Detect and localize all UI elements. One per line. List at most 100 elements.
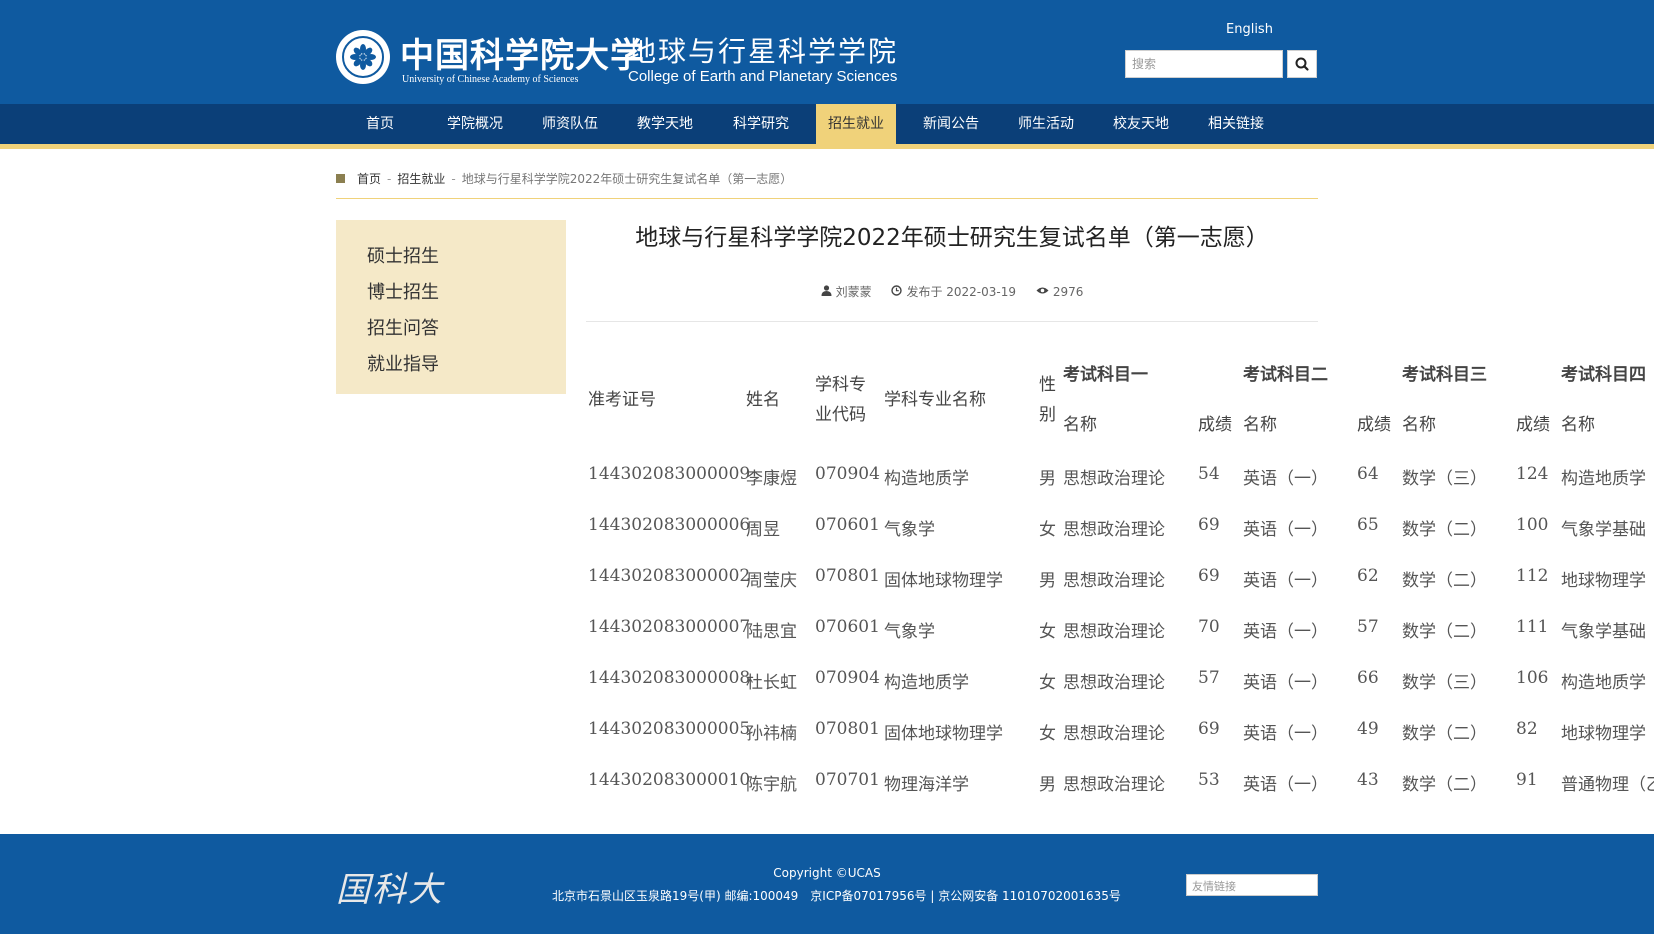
- cell-subject1-name: 思想政治理论: [1063, 571, 1165, 591]
- nav-item-admissions[interactable]: 招生就业: [816, 104, 896, 144]
- cell-subject3-score: 82: [1516, 719, 1538, 739]
- breadcrumb-divider: [336, 198, 1318, 199]
- cell-gender: 男: [1039, 571, 1056, 591]
- cell-subject1-score: 69: [1198, 719, 1220, 739]
- cell-subject3-score: 100: [1516, 515, 1549, 535]
- college-name-cn: 地球与行星科学学院: [628, 35, 899, 68]
- cell-name: 李康煜: [746, 469, 797, 489]
- breadcrumb-home[interactable]: 首页: [357, 170, 381, 187]
- sidebar-item-phd[interactable]: 博士招生: [367, 278, 439, 304]
- col-header-subject4-name: 名称: [1561, 415, 1595, 435]
- cell-gender: 女: [1039, 673, 1056, 693]
- cell-major-name: 固体地球物理学: [884, 724, 1003, 744]
- search-button[interactable]: [1287, 50, 1317, 78]
- cell-subject1-name: 思想政治理论: [1063, 469, 1165, 489]
- cell-subject4-name: 气象学基础: [1561, 520, 1646, 540]
- cell-subject1-score: 70: [1198, 617, 1220, 637]
- nav-item-overview[interactable]: 学院概况: [435, 104, 515, 144]
- cell-subject2-name: 英语（一）: [1243, 673, 1328, 693]
- nav-item-news[interactable]: 新闻公告: [911, 104, 991, 144]
- cell-major-name: 物理海洋学: [884, 775, 969, 795]
- col-header-exam-id: 准考证号: [588, 390, 656, 410]
- cell-major-name: 气象学: [884, 622, 935, 642]
- sidebar-item-masters[interactable]: 硕士招生: [367, 242, 439, 268]
- col-header-major-code: 学科专: [815, 375, 866, 395]
- col-header-subject2-score: 成绩: [1357, 415, 1391, 435]
- nav-item-teaching[interactable]: 教学天地: [625, 104, 705, 144]
- cell-exam-id: 144302083000005: [588, 719, 751, 739]
- nav-item-activities[interactable]: 师生活动: [1006, 104, 1086, 144]
- cell-gender: 女: [1039, 520, 1056, 540]
- cell-subject1-name: 思想政治理论: [1063, 724, 1165, 744]
- university-logo[interactable]: 中国科学院大学 University of Chinese Academy of…: [336, 24, 936, 90]
- cell-subject2-score: 64: [1357, 464, 1379, 484]
- cell-subject2-score: 49: [1357, 719, 1379, 739]
- cell-major-code: 070601: [815, 515, 880, 535]
- article-views: 2976: [1052, 285, 1084, 299]
- cell-subject3-score: 91: [1516, 770, 1538, 790]
- cell-subject3-score: 124: [1516, 464, 1549, 484]
- cell-name: 陆思宜: [746, 622, 797, 642]
- cell-gender: 男: [1039, 775, 1056, 795]
- cell-subject3-score: 111: [1516, 617, 1549, 637]
- nav-item-home[interactable]: 首页: [340, 104, 420, 144]
- cell-subject3-name: 数学（三）: [1402, 469, 1487, 489]
- cell-major-name: 构造地质学: [884, 469, 969, 489]
- nav-item-links[interactable]: 相关链接: [1196, 104, 1276, 144]
- search-input[interactable]: [1125, 50, 1283, 78]
- breadcrumb-separator: -: [451, 171, 456, 186]
- cell-exam-id: 144302083000007: [588, 617, 751, 637]
- cell-major-code: 070801: [815, 566, 880, 586]
- college-name-en: College of Earth and Planetary Sciences: [628, 68, 898, 85]
- site-footer: [0, 834, 1654, 934]
- cell-major-code: 070904: [815, 464, 880, 484]
- sidebar-item-career[interactable]: 就业指导: [367, 350, 439, 376]
- cell-subject2-name: 英语（一）: [1243, 622, 1328, 642]
- cell-subject3-name: 数学（二）: [1402, 571, 1487, 591]
- cell-subject3-name: 数学（二）: [1402, 775, 1487, 795]
- cell-exam-id: 144302083000009: [588, 464, 751, 484]
- sidebar-item-faq[interactable]: 招生问答: [367, 314, 439, 340]
- cell-subject4-name: 普通物理（乙: [1561, 775, 1654, 795]
- cell-gender: 男: [1039, 469, 1056, 489]
- nav-item-research[interactable]: 科学研究: [721, 104, 801, 144]
- cell-subject4-name: 气象学基础: [1561, 622, 1646, 642]
- nav-item-alumni[interactable]: 校友天地: [1101, 104, 1181, 144]
- cell-major-code: 070601: [815, 617, 880, 637]
- cell-subject4-name: 地球物理学: [1561, 724, 1646, 744]
- university-name-en: University of Chinese Academy of Science…: [402, 74, 579, 85]
- cell-gender: 女: [1039, 622, 1056, 642]
- breadcrumb-section[interactable]: 招生就业: [397, 170, 445, 187]
- cell-subject3-name: 数学（二）: [1402, 724, 1487, 744]
- cell-subject1-score: 57: [1198, 668, 1220, 688]
- nav-item-faculty[interactable]: 师资队伍: [530, 104, 610, 144]
- cell-subject3-name: 数学（二）: [1402, 520, 1487, 540]
- cell-subject2-score: 66: [1357, 668, 1379, 688]
- ucas-seal-icon: [336, 30, 390, 84]
- clock-icon: [891, 285, 903, 296]
- cell-subject1-name: 思想政治理论: [1063, 520, 1165, 540]
- article-author: 刘蒙蒙: [835, 285, 872, 299]
- breadcrumb-current: 地球与行星科学学院2022年硕士研究生复试名单（第一志愿）: [461, 172, 793, 186]
- cell-subject1-score: 69: [1198, 515, 1220, 535]
- cell-exam-id: 144302083000010: [588, 770, 751, 790]
- cell-subject1-score: 69: [1198, 566, 1220, 586]
- search-icon: [1295, 57, 1309, 71]
- friendly-links-select[interactable]: 友情链接: [1186, 874, 1318, 896]
- cell-subject1-name: 思想政治理论: [1063, 775, 1165, 795]
- cell-major-name: 构造地质学: [884, 673, 969, 693]
- col-header-subject1-score: 成绩: [1198, 415, 1232, 435]
- cell-subject4-name: 地球物理学: [1561, 571, 1646, 591]
- cell-subject1-score: 53: [1198, 770, 1220, 790]
- footer-address: 北京市石景山区玉泉路19号(甲) 邮编:100049 京ICP备07017956…: [552, 889, 1121, 903]
- cell-exam-id: 144302083000008: [588, 668, 751, 688]
- col-header-major-code: 业代码: [815, 405, 866, 425]
- col-header-subject1-name: 名称: [1063, 415, 1097, 435]
- cell-name: 陈宇航: [746, 775, 797, 795]
- cell-subject3-score: 106: [1516, 668, 1549, 688]
- cell-subject1-name: 思想政治理论: [1063, 673, 1165, 693]
- footer-copyright: Copyright ©UCAS: [773, 866, 881, 880]
- article-title: 地球与行星科学学院2022年硕士研究生复试名单（第一志愿）: [635, 225, 1269, 251]
- english-link[interactable]: English: [1226, 22, 1273, 37]
- cell-subject2-name: 英语（一）: [1243, 469, 1328, 489]
